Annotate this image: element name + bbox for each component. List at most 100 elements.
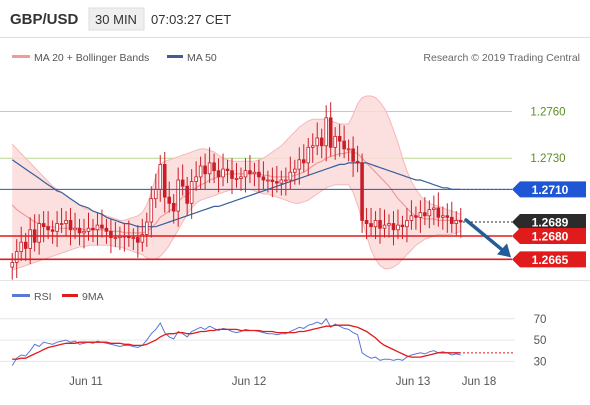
ma50-legend-label: MA 50 <box>187 52 217 64</box>
candle-body <box>149 198 154 223</box>
candle-body <box>288 171 293 181</box>
candle-body <box>423 212 427 217</box>
candle-body <box>337 136 342 142</box>
candle-body <box>23 241 28 249</box>
candle-body <box>297 159 302 170</box>
candle-body <box>46 226 50 231</box>
candle-body <box>369 223 373 228</box>
candle-body <box>266 179 270 182</box>
candle-body <box>14 251 19 263</box>
rsi-gridlines: 70 50 30 <box>0 314 547 368</box>
candle-body <box>454 220 459 224</box>
candle-body <box>293 168 297 173</box>
candle-body <box>310 145 315 148</box>
candle-body <box>68 220 73 231</box>
candle-body <box>387 223 391 226</box>
candle-body <box>216 170 221 178</box>
rsi-legend-label: RSI <box>34 291 52 303</box>
candle-body <box>82 230 86 234</box>
ma50-legend-swatch <box>167 55 183 58</box>
time-tick-label: Jun 13 <box>396 376 431 388</box>
candle-body <box>333 136 337 148</box>
candle-body <box>351 148 355 162</box>
candle-body <box>131 237 136 239</box>
candle-body <box>405 220 409 228</box>
rsi-tick-label: 70 <box>534 314 547 326</box>
candle-body <box>436 207 441 218</box>
candle-body <box>230 170 234 179</box>
candle-body <box>10 262 15 268</box>
price-tick-label: 1.2730 <box>530 153 565 165</box>
candle-body <box>194 176 198 182</box>
time-tick-label: Jun 11 <box>69 376 103 388</box>
candle-body <box>279 179 284 184</box>
ma9-legend-label: 9MA <box>82 291 104 303</box>
candle-body <box>185 185 189 204</box>
candle-body <box>221 168 225 178</box>
candle-body <box>145 221 149 235</box>
timeframe-label: 30 MIN <box>95 12 137 27</box>
candle-body <box>458 220 463 223</box>
candle-body <box>91 227 95 231</box>
candle-body <box>176 179 180 212</box>
forecast-arrow <box>464 218 511 258</box>
candle-body <box>248 170 252 175</box>
rsi-ma-line <box>12 324 461 360</box>
candle-body <box>306 146 311 164</box>
candle-body <box>252 171 257 175</box>
symbol-title: GBP/USD <box>10 11 79 28</box>
candle-body <box>257 171 261 178</box>
candle-body <box>418 212 423 218</box>
candle-body <box>301 159 306 164</box>
rsi-tick-label: 30 <box>534 356 547 368</box>
chart-widget: GBP/USD 30 MIN 07:03:27 CET MA 20 + Boll… <box>0 0 590 400</box>
candle-body <box>275 181 279 184</box>
candle-body <box>449 216 454 224</box>
candle-body <box>396 224 400 231</box>
bollinger-legend-label: MA 20 + Bollinger Bands <box>34 52 149 64</box>
candle-body <box>378 220 382 229</box>
candle-body <box>432 207 436 210</box>
candle-body <box>19 241 24 252</box>
candle-body <box>391 223 396 231</box>
candle-body <box>64 220 68 224</box>
candle-body <box>427 209 432 217</box>
price-tick-label: 1.2760 <box>530 107 565 119</box>
candle-body <box>171 202 176 212</box>
candle-body <box>86 227 91 232</box>
candle-body <box>400 224 405 228</box>
candle-body <box>239 176 243 179</box>
candle-body <box>360 162 364 221</box>
candle-body <box>225 168 230 172</box>
candle-body <box>324 117 328 147</box>
candle-body <box>189 181 194 204</box>
rsi-lines <box>11 317 515 366</box>
candle-body <box>77 227 82 234</box>
candle-body <box>162 164 167 198</box>
candle-body <box>198 165 203 178</box>
candle-body <box>203 165 207 175</box>
candle-body <box>234 178 239 180</box>
candle-body <box>315 137 320 147</box>
candle-body <box>355 160 360 164</box>
candle-body <box>50 229 55 232</box>
resistance-level-label: 1.2710 <box>532 183 569 197</box>
candle-body <box>342 140 346 150</box>
candle-body <box>73 227 77 231</box>
candle-body <box>261 176 266 181</box>
credit-text: Research © 2019 Trading Central <box>423 52 580 64</box>
candle-body <box>346 148 351 151</box>
candle-body <box>328 117 333 148</box>
candle-body <box>414 215 418 218</box>
candle-body <box>364 220 369 224</box>
candle-body <box>284 179 288 182</box>
support-level-label: 1.2680 <box>532 230 569 244</box>
candle-body <box>445 215 450 218</box>
candle-body <box>55 223 59 232</box>
candle-body <box>373 220 378 228</box>
timestamp: 07:03:27 CET <box>151 12 231 27</box>
candle-body <box>270 179 275 182</box>
candle-body <box>441 215 445 218</box>
candle-body <box>100 224 104 229</box>
candle-body <box>37 223 41 243</box>
